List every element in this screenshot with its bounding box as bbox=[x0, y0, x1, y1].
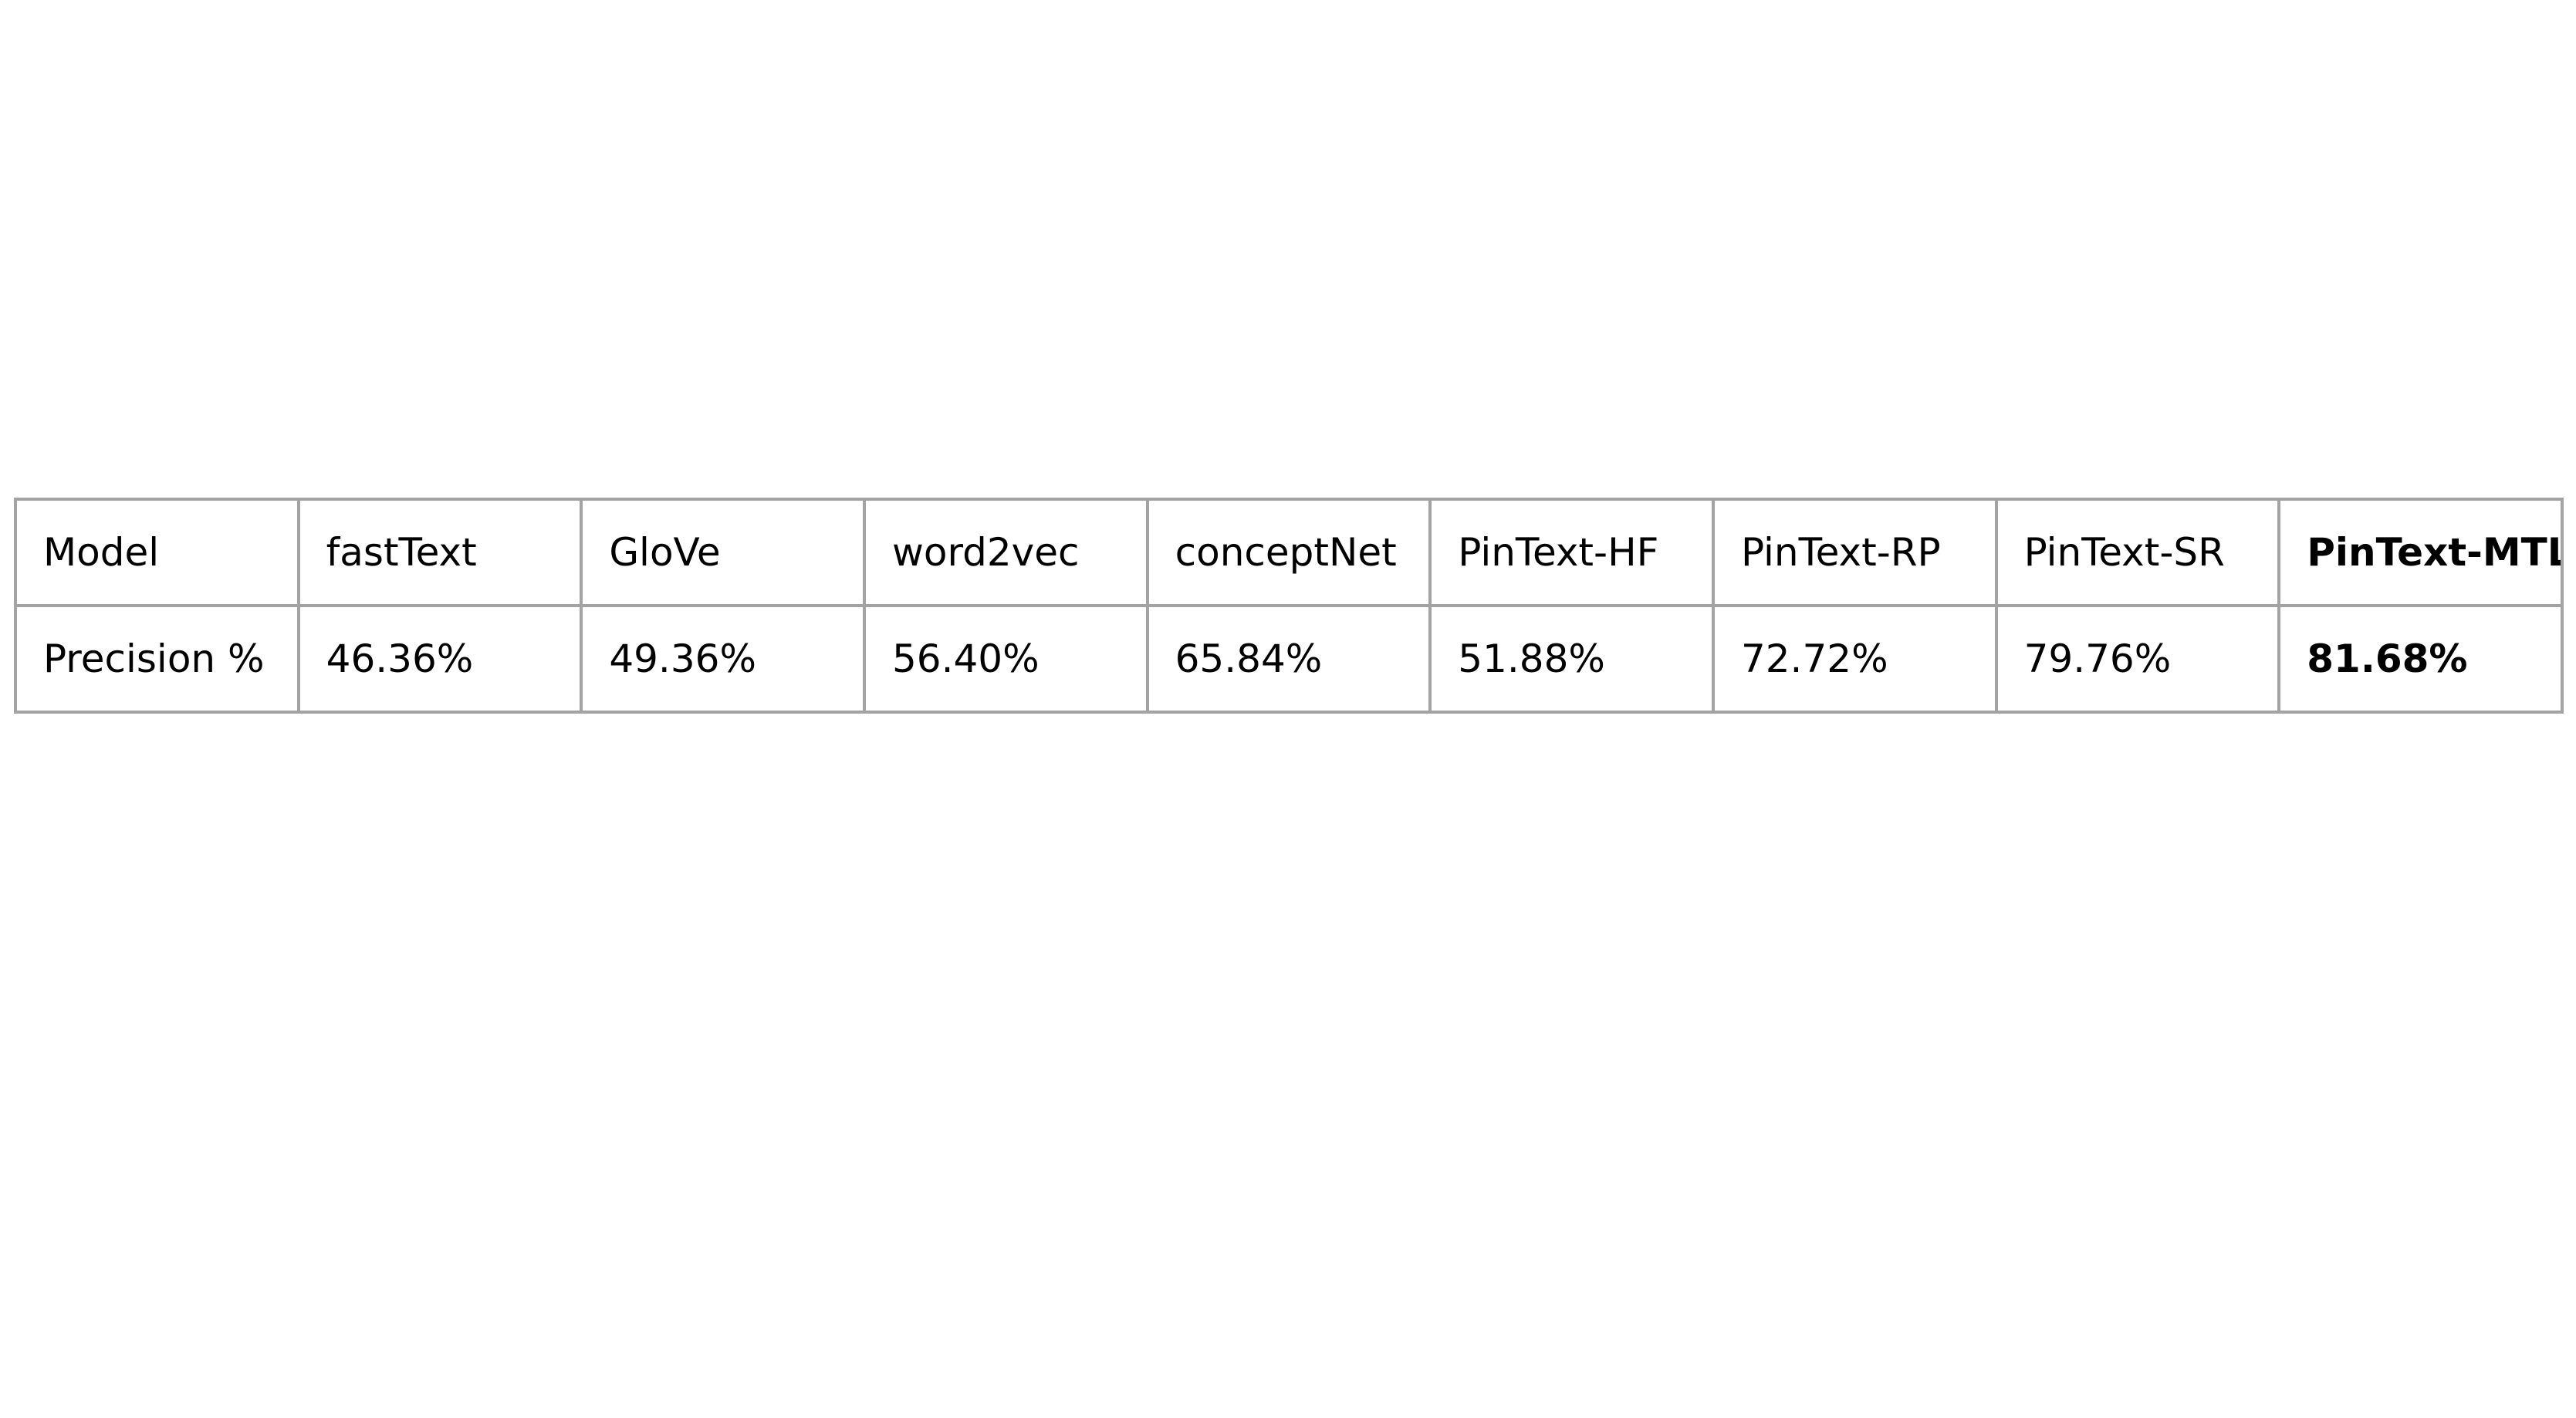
model-name-cell: PinText-SR bbox=[1994, 498, 2281, 607]
precision-value-cell: 72.72% bbox=[1711, 604, 1998, 714]
precision-results-table: Model fastText GloVe word2vec conceptNet Pin… bbox=[14, 498, 2564, 714]
precision-value-cell: 49.36% bbox=[580, 604, 866, 714]
precision-value-cell: 56.40% bbox=[862, 604, 1149, 714]
precision-value-cell: 51.88% bbox=[1428, 604, 1715, 714]
precision-value-cell: 79.76% bbox=[1994, 604, 2281, 714]
model-name-cell: word2vec bbox=[862, 498, 1149, 607]
precision-value-cell: 65.84% bbox=[1145, 604, 1432, 714]
row-label-model: Model bbox=[14, 498, 300, 607]
model-header-row: Model fastText GloVe word2vec conceptNet Pin… bbox=[14, 498, 2564, 607]
row-label-precision: Precision % bbox=[14, 604, 300, 714]
precision-value-row: Precision % 46.36% 49.36% 56.40% 65.84% 51.8… bbox=[14, 604, 2564, 714]
precision-value-cell: 46.36% bbox=[296, 604, 583, 714]
model-name-cell: fastText bbox=[296, 498, 583, 607]
model-name-cell: PinText-RP bbox=[1711, 498, 1998, 607]
model-name-cell: conceptNet bbox=[1145, 498, 1432, 607]
precision-value-cell-best: 81.68% bbox=[2277, 604, 2564, 714]
model-name-cell-best: PinText-MTL bbox=[2277, 498, 2564, 607]
model-name-cell: GloVe bbox=[580, 498, 866, 607]
model-name-cell: PinText-HF bbox=[1428, 498, 1715, 607]
